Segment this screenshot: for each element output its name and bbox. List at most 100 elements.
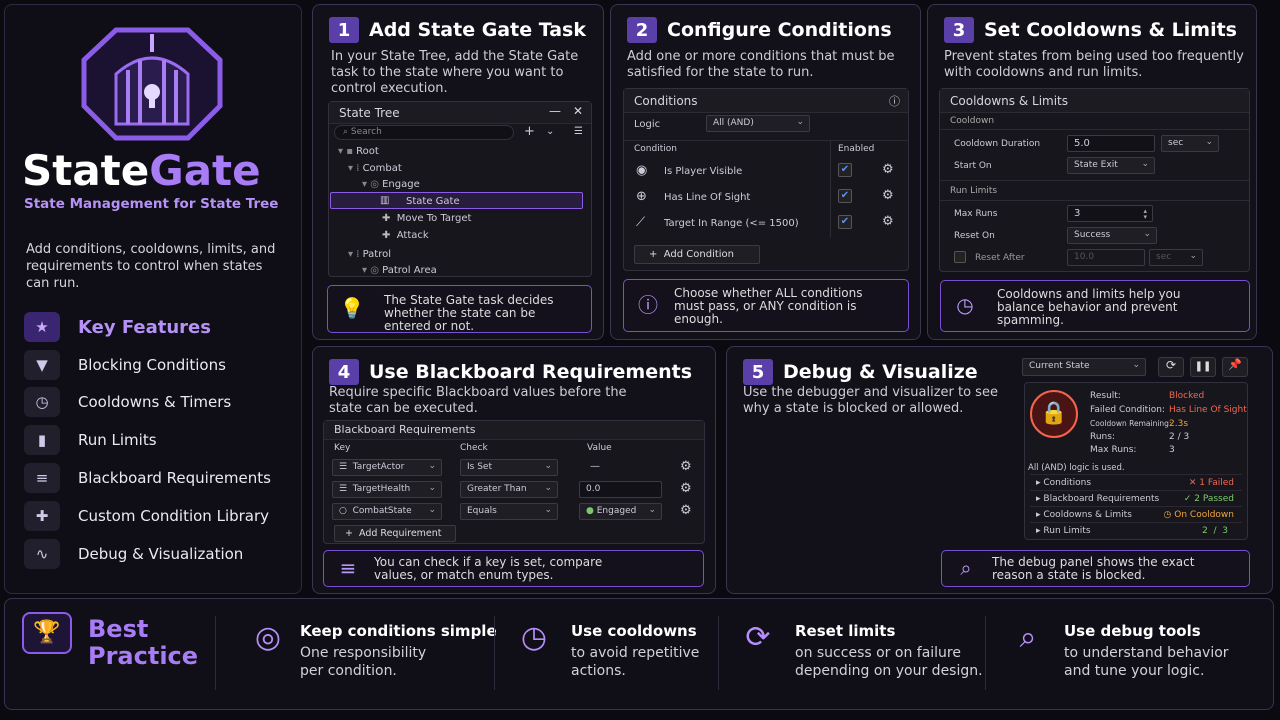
eye-icon: ◉ [636,163,648,178]
bp-title: Use debug tools [1064,622,1201,640]
start-on-label: Start On [954,161,992,171]
debug-search-icon: ⌕ [960,556,972,580]
feature-cooldowns: ◷ Cooldowns & Timers [24,387,231,417]
debug-row-run-limits[interactable]: ▸ Run Limits 2 / 3 [1030,522,1242,538]
filter-icon: ▼ [24,350,60,380]
enabled-checkbox[interactable]: ✔ [838,163,852,177]
tree-node-patrol[interactable]: ▾ ⁞ Patrol [348,249,391,260]
refresh-button[interactable]: ⟳ [1158,357,1184,377]
note-text: You can check if a key is set, compare v… [374,555,603,582]
value-input[interactable]: 0.0 [579,481,662,498]
database-icon: ≡ [339,556,357,580]
result-value: Blocked [1169,391,1205,401]
gear-icon[interactable]: ⚙ [882,214,894,229]
feature-label: Cooldowns & Timers [78,393,232,411]
bp-title: Keep conditions simple [300,622,497,640]
tree-node-move[interactable]: ✚ Move To Target [382,213,471,224]
tree-node-root[interactable]: ▾ ▪ Root [338,146,379,157]
gear-icon[interactable]: ⚙ [882,188,894,203]
condition-label: Target In Range (<= 1500) [664,218,799,229]
lightbulb-icon: 💡 [339,296,365,320]
pin-button[interactable]: 📌 [1222,357,1248,377]
cooldown-remaining-value: 2.3s [1169,419,1189,429]
enum-value-select[interactable]: ● Engaged ⌄ [579,503,662,520]
gear-icon[interactable]: ⚙ [680,459,692,474]
app-title-gate: Gate [149,146,261,195]
tree-node-engage[interactable]: ▾ ◎ Engage [362,179,420,190]
app-subtitle: State Management for State Tree [24,196,279,212]
bp-desc: depending on your design. [795,663,983,679]
duration-unit-select[interactable]: sec ⌄ [1161,135,1219,152]
bp-desc: actions. [571,663,626,679]
key-select[interactable]: ☰ TargetHealth ⌄ [332,481,442,498]
step-number: 1 [329,17,359,43]
app-title: StateGate [22,146,261,195]
tree-node-combat[interactable]: ▾ ⁞ Combat [348,163,402,174]
debug-row-conditions[interactable]: ▸ Conditions ✕ 1 Failed [1030,474,1242,490]
start-on-select[interactable]: State Exit ⌄ [1067,157,1155,174]
runs-label: Runs: [1090,432,1115,442]
reset-after-checkbox[interactable] [954,251,966,263]
column-header-value: Value [587,443,612,453]
max-runs-stepper[interactable]: 3 ▴ ▾ [1067,205,1153,222]
debug-row-cooldowns[interactable]: ▸ Cooldowns & Limits ◷ On Cooldown [1030,506,1242,522]
star-icon: ★ [24,312,60,342]
reset-on-label: Reset On [954,231,995,241]
feature-label: Custom Condition Library [78,507,270,525]
reset-on-select[interactable]: Success ⌄ [1067,227,1157,244]
check-select[interactable]: Equals ⌄ [460,503,558,520]
tree-node-patrol-area[interactable]: ▾ ◎ Patrol Area [362,265,437,276]
logic-text: All (AND) logic is used. [1028,463,1125,473]
reset-after-unit-select[interactable]: sec ⌄ [1149,249,1203,266]
step5-note: ⌕ The debug panel shows the exact reason … [941,550,1250,587]
step3-note: ◷ Cooldowns and limits help you balance b… [940,280,1250,332]
step-description: Prevent states from being used too frequ… [944,49,1244,80]
debug-row-blackboard[interactable]: ▸ Blackboard Requirements ✓ 2 Passed [1030,490,1242,506]
value-empty: — [590,461,600,472]
info-icon[interactable]: ⓘ [889,93,900,109]
pause-button[interactable]: ❚❚ [1190,357,1216,377]
check-select[interactable]: Greater Than ⌄ [460,481,558,498]
app-title-state: State [22,146,150,195]
reset-after-input[interactable]: 10.0 [1067,249,1145,266]
current-state-select[interactable]: Current State ⌄ [1022,358,1146,376]
gear-icon[interactable]: ⚙ [680,503,692,518]
tree-node-attack[interactable]: ✚ Attack [382,230,429,241]
gear-icon[interactable]: ⚙ [882,162,894,177]
add-icon[interactable]: + [524,124,535,139]
chevron-down-icon[interactable]: ⌄ [546,126,554,137]
enabled-checkbox[interactable]: ✔ [838,215,852,229]
puzzle-icon: ✚ [24,501,60,531]
cooldown-remaining-label: Cooldown Remaining: [1090,419,1172,428]
close-icon[interactable]: ✕ [573,104,583,118]
key-select[interactable]: ○ CombatState ⌄ [332,503,442,520]
crosshair-icon: ⊕ [636,189,647,204]
add-requirement-button[interactable]: + Add Requirement [334,525,456,542]
result-label: Result: [1090,391,1121,401]
step-title: Add State Gate Task [369,19,586,41]
bp-desc: One responsibility [300,645,427,661]
feature-label: Blackboard Requirements [78,469,271,487]
key-select[interactable]: ☰ TargetActor ⌄ [332,459,442,476]
list-icon[interactable]: ☰ [574,126,583,137]
logic-select[interactable]: All (AND) ⌄ [706,115,810,132]
duration-input[interactable]: 5.0 [1067,135,1155,152]
check-select[interactable]: Is Set ⌄ [460,459,558,476]
minimize-icon[interactable]: — [549,104,561,118]
column-header-condition: Condition [634,144,677,154]
bp-desc: to avoid repetitive [571,645,700,661]
key-features-header: ★ Key Features [24,312,211,342]
info-icon: ⓘ [638,293,658,317]
enabled-checkbox[interactable]: ✔ [838,189,852,203]
duration-label: Cooldown Duration [954,139,1041,149]
logic-label: Logic [634,119,661,130]
step1-note: 💡 The State Gate task decides whether the… [327,285,592,333]
column-header-check: Check [460,443,488,453]
add-condition-button[interactable]: + Add Condition [634,245,760,264]
search-input[interactable]: ⌕ Search [334,125,514,140]
max-runs-value: 3 [1169,445,1175,455]
gate-logo [81,27,223,141]
gear-icon[interactable]: ⚙ [680,481,692,496]
search-placeholder: Search [350,127,382,137]
bp-title: Reset limits [795,622,896,640]
